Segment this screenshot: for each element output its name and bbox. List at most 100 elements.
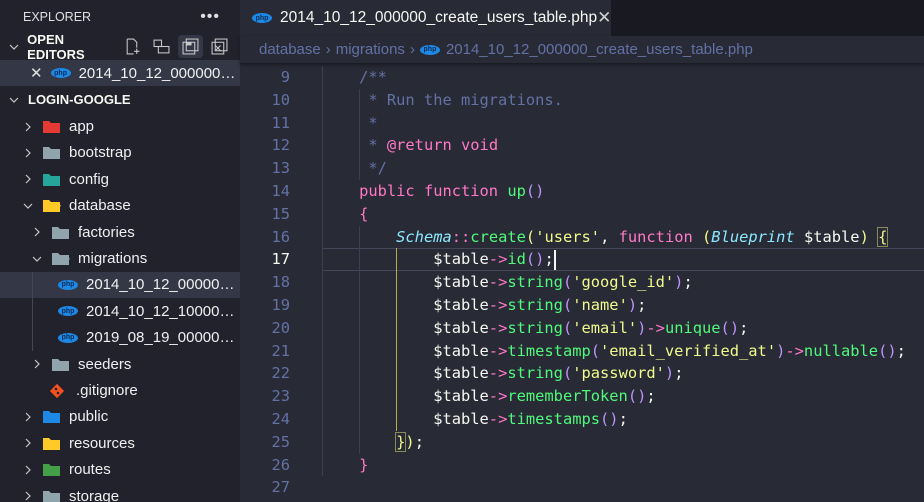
code-token: (: [562, 364, 573, 383]
open-editors-label: OPEN EDITORS: [27, 31, 85, 62]
indent-guide: [32, 324, 33, 351]
project-label: LOGIN-GOOGLE: [28, 92, 131, 108]
tree-item-database[interactable]: database: [0, 193, 240, 219]
save-all-icon[interactable]: [178, 35, 203, 58]
line-number: 21: [271, 341, 290, 360]
code-token: create: [470, 227, 526, 246]
chevron-right-icon: [29, 224, 45, 240]
code-line: /**: [322, 66, 387, 89]
code-token: (): [600, 410, 619, 428]
tree-item-2014-10-12-000000[interactable]: php 2014_10_12_000000...: [0, 271, 240, 299]
chevron-right-icon: [20, 119, 36, 135]
php-icon: php: [58, 279, 78, 290]
chevron-down-icon: [29, 251, 45, 267]
tree-item-label: bootstrap: [69, 144, 132, 162]
indent-guide: [396, 248, 398, 431]
tree-item-seeders[interactable]: seeders: [0, 351, 240, 377]
line-number: 23: [271, 387, 290, 406]
tree-item-label: migrations: [78, 250, 148, 268]
code-line: $table->timestamp('email_verified_at')->…: [322, 340, 906, 363]
tab-bar: php 2014_10_12_000000_create_users_table…: [240, 0, 924, 36]
code-line: * @return void: [322, 134, 498, 157]
php-icon: php: [58, 306, 78, 317]
tree-item-factories[interactable]: factories: [0, 219, 240, 245]
tree-item-bootstrap[interactable]: bootstrap: [0, 140, 240, 166]
project-section[interactable]: LOGIN-GOOGLE: [0, 86, 240, 113]
indent-guide: [359, 88, 361, 180]
code-token: string: [507, 296, 563, 314]
code-token: ->: [488, 364, 508, 383]
code-line: $table->string('password');: [322, 362, 683, 385]
tree-item-2014-10-12-100000[interactable]: php 2014_10_12_100000...: [0, 298, 240, 325]
code-token: (): [720, 318, 740, 337]
code-token: 'email': [572, 318, 638, 337]
code-token: ->: [488, 250, 508, 269]
chevron-right-icon: [20, 409, 36, 425]
indent-guide: [32, 298, 33, 325]
explorer-header: EXPLORER •••: [0, 0, 240, 33]
breadcrumb: database › migrations › php 2014_10_12_0…: [240, 36, 924, 63]
close-icon[interactable]: ✕: [30, 64, 43, 82]
breadcrumb-item[interactable]: database: [259, 41, 321, 58]
breadcrumb-item[interactable]: migrations: [336, 41, 405, 58]
code-editor[interactable]: 9 /** 10 * Run the migrations. 11 * 12 * @r…: [240, 66, 924, 502]
folder-icon: [42, 119, 61, 134]
code-token: ->: [488, 296, 508, 314]
code-token: */: [322, 159, 387, 178]
line-number: 12: [271, 136, 290, 155]
code-token: $table: [322, 387, 489, 406]
code-token: ;: [544, 250, 554, 269]
line-number: 17: [271, 250, 290, 269]
toggle-vertical-layout-icon[interactable]: [149, 35, 174, 58]
close-all-editors-icon[interactable]: [207, 35, 232, 58]
chevron-right-icon: ›: [325, 41, 331, 58]
chevron-right-icon: [20, 145, 36, 161]
code-token: $table: [794, 227, 860, 246]
tree-item-resources[interactable]: resources: [0, 430, 240, 456]
code-line: $table->string('email')->unique();: [322, 317, 748, 340]
code-token: up: [507, 182, 526, 200]
code-token: 'password': [572, 364, 665, 383]
php-icon: php: [419, 44, 440, 55]
tree-item-gitignore[interactable]: .gitignore: [0, 377, 240, 403]
code-line: Schema::create('users', function (Bluepr…: [322, 226, 889, 249]
code-token: $table: [322, 410, 489, 428]
php-icon: php: [252, 13, 272, 23]
code-token: rememberToken: [507, 387, 628, 406]
indent-guide: [322, 66, 323, 477]
tree-item-routes[interactable]: routes: [0, 456, 240, 482]
breadcrumb-item[interactable]: 2014_10_12_000000_create_users_table.php: [446, 41, 753, 58]
tree-item-public[interactable]: public: [0, 404, 240, 430]
line-number: 13: [271, 159, 290, 178]
new-untitled-file-icon[interactable]: [120, 35, 145, 58]
folder-open-icon: [51, 251, 70, 266]
tree-item-2019-08-19-000000[interactable]: php 2019_08_19_000000...: [0, 324, 240, 351]
code-token: (): [878, 341, 897, 360]
tab-active-file[interactable]: php 2014_10_12_000000_create_users_table…: [240, 0, 611, 36]
explorer-sidebar: EXPLORER ••• OPEN EDITORS ✕ php 2014_10_…: [0, 0, 240, 502]
code-token: (: [562, 318, 573, 337]
open-editors-section[interactable]: OPEN EDITORS: [0, 31, 240, 62]
folder-icon: [51, 225, 70, 240]
close-icon[interactable]: ✕: [597, 8, 611, 28]
code-token: ): [627, 296, 638, 314]
line-number: 24: [271, 410, 290, 428]
tree-item-app[interactable]: app: [0, 113, 240, 139]
code-token: 'name': [572, 296, 628, 314]
open-editor-item[interactable]: ✕ php 2014_10_12_000000_c...: [0, 60, 240, 87]
tree-item-migrations[interactable]: migrations: [0, 245, 240, 271]
tree-item-config[interactable]: config: [0, 166, 240, 192]
tree-item-storage[interactable]: storage: [0, 483, 240, 502]
code-token: ): [637, 318, 647, 337]
code-token: (: [590, 341, 601, 360]
code-token: ): [664, 364, 675, 383]
code-token: ): [859, 227, 869, 246]
code-token: 'email_verified_at': [600, 341, 777, 360]
ellipsis-icon[interactable]: •••: [200, 8, 220, 26]
tree-item-label: storage: [69, 487, 120, 502]
code-token: (): [525, 182, 545, 200]
chevron-right-icon: [20, 462, 36, 478]
tree-item-label: .gitignore: [76, 381, 138, 399]
